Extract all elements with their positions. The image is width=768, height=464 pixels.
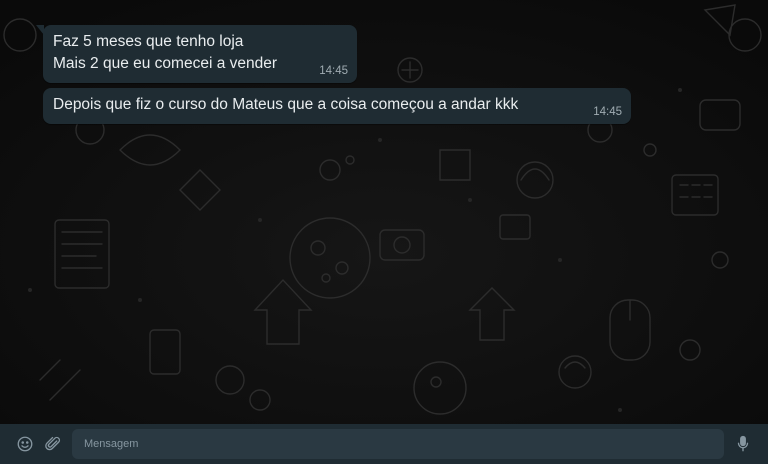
- microphone-icon[interactable]: [731, 432, 755, 456]
- message-input-box[interactable]: [72, 429, 724, 459]
- message-composer: [0, 424, 768, 464]
- chat-window: Faz 5 meses que tenho loja Mais 2 que eu…: [0, 0, 768, 464]
- message-text: Faz 5 meses que tenho loja Mais 2 que eu…: [53, 33, 278, 72]
- message-list: Faz 5 meses que tenho loja Mais 2 que eu…: [0, 0, 768, 424]
- emoji-icon[interactable]: [13, 432, 37, 456]
- message-bubble[interactable]: Faz 5 meses que tenho loja Mais 2 que eu…: [36, 25, 357, 83]
- message-time: 14:45: [319, 65, 348, 77]
- message-input[interactable]: [72, 429, 724, 459]
- paperclip-icon[interactable]: [41, 432, 65, 456]
- message-text: Depois que fiz o curso do Mateus que a c…: [53, 96, 519, 113]
- message-time: 14:45: [593, 106, 622, 118]
- message-bubble[interactable]: Depois que fiz o curso do Mateus que a c…: [43, 88, 631, 124]
